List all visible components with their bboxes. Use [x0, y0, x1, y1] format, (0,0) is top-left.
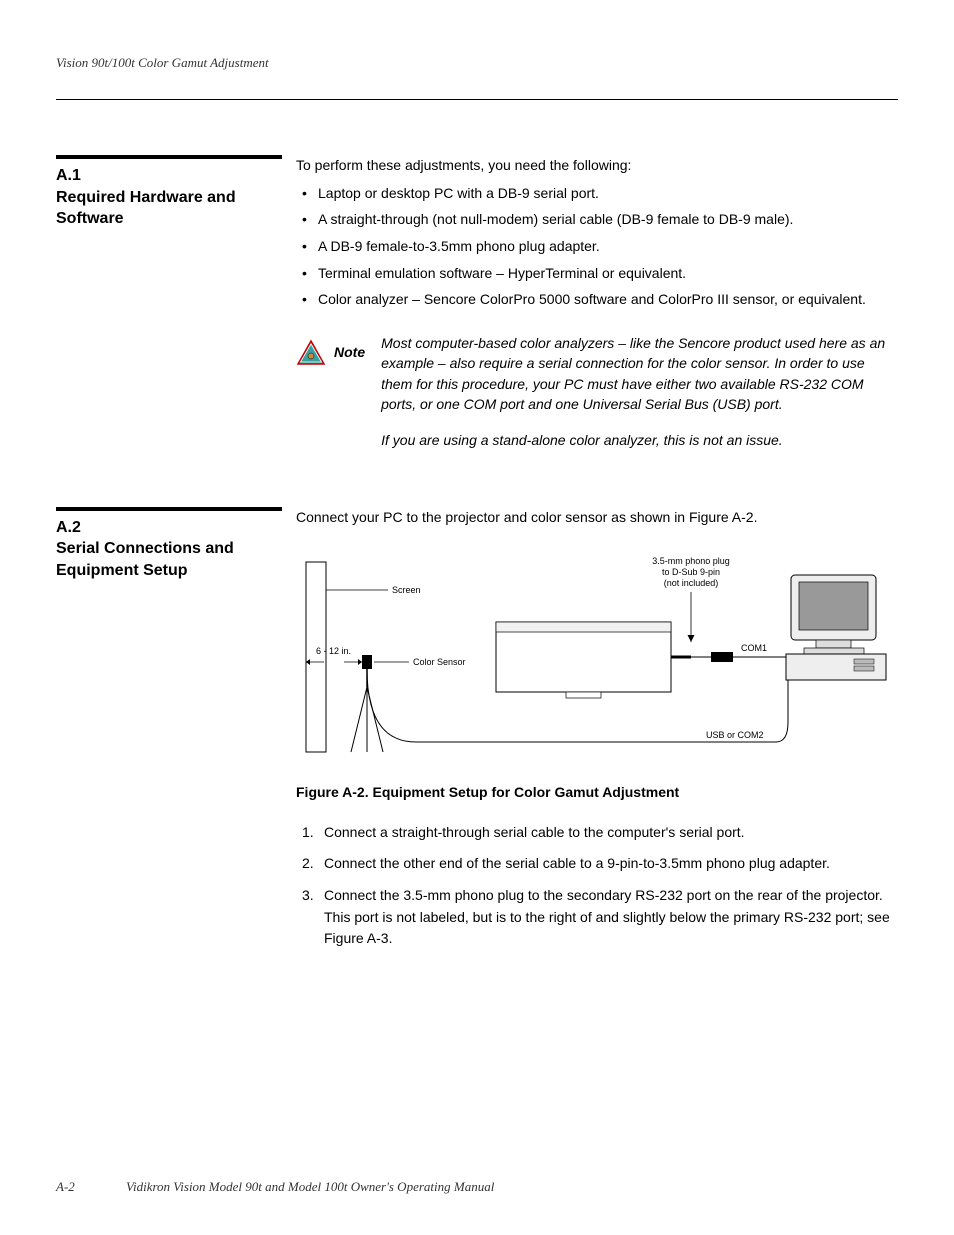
section-title: Serial Connections and Equipment Setup	[56, 538, 282, 581]
figure-caption: Figure A-2. Equipment Setup for Color Ga…	[296, 782, 898, 804]
running-header: Vision 90t/100t Color Gamut Adjustment	[56, 55, 898, 100]
section-number: A.1	[56, 165, 282, 187]
note-icon-group: Note	[296, 333, 365, 367]
equipment-diagram: Screen 6 - 12 in. Color Sensor	[296, 542, 898, 764]
diagram-label-phono: (not included)	[664, 578, 719, 588]
section-title: Required Hardware and Software	[56, 187, 282, 230]
section-a1: A.1 Required Hardware and Software To pe…	[56, 155, 898, 467]
page-content: A.1 Required Hardware and Software To pe…	[56, 155, 898, 960]
list-item: Connect the 3.5-mm phono plug to the sec…	[324, 885, 898, 950]
diagram-label-screen: Screen	[392, 585, 421, 595]
note-label: Note	[334, 342, 365, 364]
list-item: A straight-through (not null-modem) seri…	[318, 209, 898, 231]
list-item: Laptop or desktop PC with a DB-9 serial …	[318, 183, 898, 205]
diagram-label-range: 6 - 12 in.	[316, 646, 351, 656]
diagram-label-phono: to D-Sub 9-pin	[662, 567, 720, 577]
section-a2: A.2 Serial Connections and Equipment Set…	[56, 507, 898, 961]
intro-text: To perform these adjustments, you need t…	[296, 155, 898, 177]
section-body: To perform these adjustments, you need t…	[296, 155, 898, 467]
list-item: Terminal emulation software – HyperTermi…	[318, 263, 898, 285]
note-paragraph: If you are using a stand-alone color ana…	[381, 430, 898, 450]
requirement-list: Laptop or desktop PC with a DB-9 serial …	[296, 183, 898, 311]
page-footer: A-2 Vidikron Vision Model 90t and Model …	[56, 1179, 898, 1195]
manual-title: Vidikron Vision Model 90t and Model 100t…	[126, 1179, 494, 1195]
list-item: Connect a straight-through serial cable …	[324, 822, 898, 844]
section-number: A.2	[56, 517, 282, 539]
diagram-label-usb: USB or COM2	[706, 730, 764, 740]
section-body: Connect your PC to the projector and col…	[296, 507, 898, 961]
list-item: A DB-9 female-to-3.5mm phono plug adapte…	[318, 236, 898, 258]
intro-text: Connect your PC to the projector and col…	[296, 507, 898, 529]
step-list: Connect a straight-through serial cable …	[296, 822, 898, 950]
diagram-label-phono: 3.5-mm phono plug	[652, 556, 730, 566]
note-text: Most computer-based color analyzers – li…	[381, 333, 898, 466]
diagram-label-com1: COM1	[741, 643, 767, 653]
note-paragraph: Most computer-based color analyzers – li…	[381, 333, 898, 414]
list-item: Color analyzer – Sencore ColorPro 5000 s…	[318, 289, 898, 311]
note-callout: Note Most computer-based color analyzers…	[296, 333, 898, 466]
diagram-label-sensor: Color Sensor	[413, 657, 466, 667]
list-item: Connect the other end of the serial cabl…	[324, 853, 898, 875]
section-heading: A.1 Required Hardware and Software	[56, 155, 282, 230]
section-heading: A.2 Serial Connections and Equipment Set…	[56, 507, 282, 582]
section-sidebar: A.1 Required Hardware and Software	[56, 155, 296, 467]
section-sidebar: A.2 Serial Connections and Equipment Set…	[56, 507, 296, 961]
page-number: A-2	[56, 1179, 126, 1195]
warning-triangle-icon	[296, 339, 326, 367]
